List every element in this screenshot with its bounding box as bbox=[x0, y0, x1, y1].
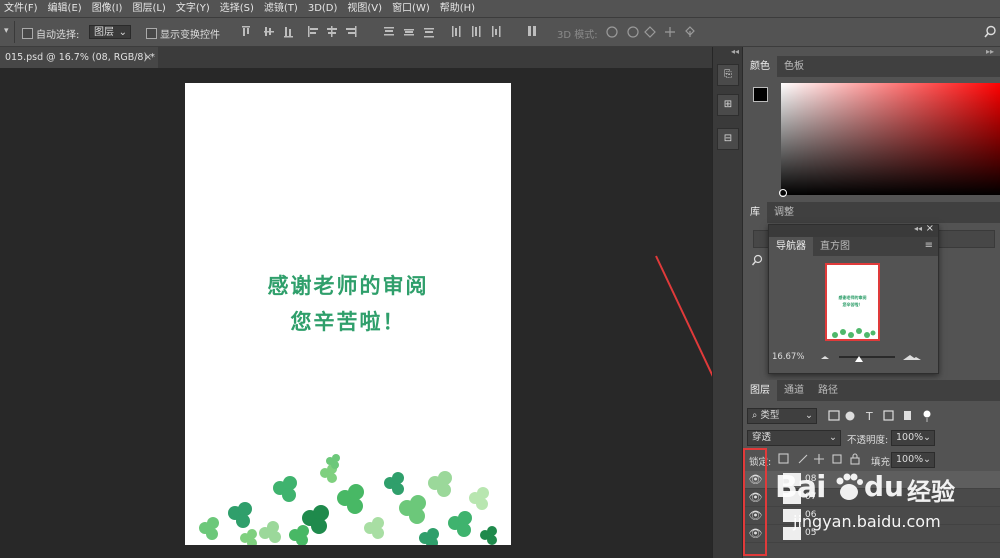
3d-mode-icons[interactable] bbox=[604, 24, 704, 40]
history-panel-icon[interactable]: ⎘ bbox=[717, 64, 739, 86]
thumbnail-clovers bbox=[832, 328, 876, 338]
color-panel-tabs: 颜色 色板 bbox=[743, 56, 1000, 77]
color-picker-marker[interactable] bbox=[779, 189, 787, 197]
navigator-thumbnail[interactable]: 感谢老师的审阅 您辛苦啦！ bbox=[825, 263, 880, 341]
chevron-down-icon: ⌄ bbox=[118, 27, 127, 38]
search-icon: ⌕ bbox=[752, 410, 758, 421]
navigator-panel: ◂◂ × 导航器 直方图 ≡ 感谢老师的审阅 您辛苦啦！ 16.67% bbox=[768, 223, 939, 374]
menu-bar: 文件(F) 编辑(E) 图像(I) 图层(L) 文字(Y) 选择(S) 滤镜(T… bbox=[0, 0, 1000, 17]
auto-select-checkbox[interactable] bbox=[22, 28, 33, 39]
auto-select-dropdown[interactable]: 图层 ⌄ bbox=[89, 25, 131, 39]
foreground-color-swatch[interactable] bbox=[753, 87, 768, 102]
library-search-icon[interactable] bbox=[751, 254, 763, 266]
menu-edit[interactable]: 编辑(E) bbox=[44, 0, 88, 17]
chevron-down-icon: ⌄ bbox=[805, 410, 813, 421]
watermark-suffix: 经验 bbox=[907, 478, 955, 506]
menu-layer[interactable]: 图层(L) bbox=[128, 0, 171, 17]
document-tab-title: 015.psd @ 16.7% (08, RGB/8) * bbox=[5, 52, 155, 63]
menu-window[interactable]: 窗口(W) bbox=[388, 0, 436, 17]
show-transform-checkbox[interactable] bbox=[146, 28, 157, 39]
auto-select-label: 自动选择: bbox=[36, 30, 80, 41]
color-field[interactable] bbox=[781, 83, 1000, 195]
fill-input[interactable]: 100% ⌄ bbox=[891, 452, 935, 468]
opacity-input[interactable]: 100% ⌄ bbox=[891, 430, 935, 446]
baidu-paw-icon bbox=[836, 473, 863, 500]
navigator-zoom-slider[interactable] bbox=[819, 350, 929, 364]
document-tab[interactable]: 015.psd @ 16.7% (08, RGB/8) * × bbox=[0, 47, 158, 68]
layers-panel-tabs: 图层 通道 路径 bbox=[743, 380, 1000, 401]
options-bar: ▾ 自动选择: 图层 ⌄ 显示变换控件 3D 模式: bbox=[0, 17, 1000, 47]
document-canvas[interactable]: 感谢老师的审阅 您辛苦啦！ bbox=[185, 83, 511, 545]
collapse-icon[interactable]: ◂◂ bbox=[731, 47, 739, 56]
tab-paths[interactable]: 路径 bbox=[811, 380, 845, 401]
watermark-brand: Bai bbox=[775, 470, 826, 505]
thanks-line-1: 感谢老师的审阅 bbox=[267, 274, 429, 298]
menu-view[interactable]: 视图(V) bbox=[343, 0, 388, 17]
menu-file[interactable]: 文件(F) bbox=[0, 0, 44, 17]
auto-select-value: 图层 bbox=[94, 27, 114, 38]
menu-help[interactable]: 帮助(H) bbox=[436, 0, 481, 17]
opacity-label: 不透明度: bbox=[847, 435, 889, 446]
thanks-line-2: 您辛苦啦！ bbox=[290, 310, 406, 334]
panel-collapse-icon[interactable]: ▸▸ bbox=[986, 47, 994, 56]
chevron-down-icon: ⌄ bbox=[829, 432, 837, 443]
library-panel-tabs: 库 调整 bbox=[743, 202, 1000, 223]
opacity-value: 100% bbox=[896, 432, 924, 443]
show-transform-label: 显示变换控件 bbox=[160, 30, 220, 41]
properties-panel-icon[interactable]: ⊞ bbox=[717, 94, 739, 116]
clover-decoration bbox=[199, 454, 497, 545]
lock-icons[interactable] bbox=[777, 452, 867, 466]
menu-filter[interactable]: 滤镜(T) bbox=[260, 0, 304, 17]
svg-text:T: T bbox=[865, 410, 873, 423]
search-icon[interactable] bbox=[984, 25, 997, 38]
align-distribute-icons[interactable] bbox=[238, 24, 548, 40]
tab-library[interactable]: 库 bbox=[743, 202, 767, 223]
fill-value: 100% bbox=[896, 454, 924, 465]
3d-mode-label: 3D 模式: bbox=[557, 30, 598, 41]
tab-channels[interactable]: 通道 bbox=[777, 380, 811, 401]
thumbnail-line-2: 您辛苦啦！ bbox=[842, 302, 863, 307]
fill-label: 填充: bbox=[871, 457, 894, 468]
annotation-highlight-box bbox=[743, 448, 767, 556]
tab-layers[interactable]: 图层 bbox=[743, 380, 777, 401]
tab-swatches[interactable]: 色板 bbox=[777, 56, 811, 77]
close-tab-icon[interactable]: × bbox=[144, 47, 152, 68]
collapse-icon[interactable]: ◂◂ bbox=[914, 224, 922, 233]
navigator-titlebar[interactable]: ◂◂ × bbox=[769, 223, 938, 237]
chevron-down-icon: ⌄ bbox=[923, 454, 931, 465]
tab-navigator[interactable]: 导航器 bbox=[769, 237, 813, 256]
tab-color[interactable]: 颜色 bbox=[743, 56, 777, 77]
tab-adjustments[interactable]: 调整 bbox=[767, 202, 801, 223]
thumbnail-line-1: 感谢老师的审阅 bbox=[838, 295, 867, 300]
close-icon[interactable]: × bbox=[926, 223, 934, 234]
menu-type[interactable]: 文字(Y) bbox=[172, 0, 216, 17]
watermark-url: jingyan.baidu.com bbox=[793, 512, 941, 531]
navigator-tabs: 导航器 直方图 ≡ bbox=[769, 237, 938, 256]
chevron-down-icon: ⌄ bbox=[923, 432, 931, 443]
watermark: Bai du 经验 jingyan.baidu.com bbox=[775, 470, 1000, 558]
blend-mode-dropdown[interactable]: 穿透 ⌄ bbox=[747, 430, 841, 446]
menu-3d[interactable]: 3D(D) bbox=[304, 0, 344, 17]
layer-filter-dropdown[interactable]: ⌕ 类型 ⌄ bbox=[747, 408, 817, 424]
blend-mode-value: 穿透 bbox=[752, 432, 772, 443]
menu-image[interactable]: 图像(I) bbox=[88, 0, 129, 17]
layer-filter-value: 类型 bbox=[760, 410, 780, 421]
libraries-panel-icon[interactable]: ⊟ bbox=[717, 128, 739, 150]
panel-icon-strip: ◂◂ ⎘ ⊞ ⊟ bbox=[712, 47, 742, 558]
watermark-du: du bbox=[864, 470, 904, 503]
layer-filter-icons[interactable]: T bbox=[823, 409, 943, 423]
menu-select[interactable]: 选择(S) bbox=[216, 0, 260, 17]
tool-preset-chevron-icon[interactable]: ▾ bbox=[4, 26, 9, 36]
panel-menu-icon[interactable]: ≡ bbox=[925, 240, 933, 251]
tab-histogram[interactable]: 直方图 bbox=[813, 237, 857, 256]
separator bbox=[14, 21, 15, 43]
navigator-zoom-value[interactable]: 16.67% bbox=[772, 352, 804, 362]
